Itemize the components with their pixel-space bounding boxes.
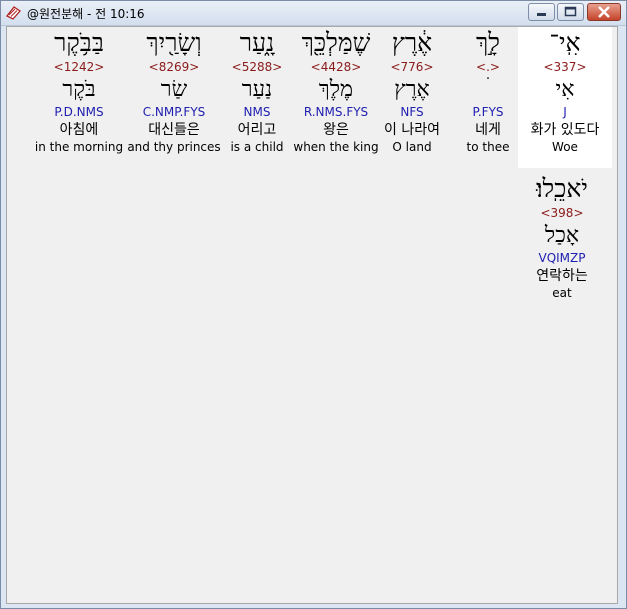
hebrew-root: בֹּקֶר (62, 77, 96, 102)
morphology-code: P.FYS (472, 105, 504, 119)
morphology-code: VQIMZP (538, 251, 586, 265)
korean-gloss: 대신들은 (148, 122, 200, 138)
word-column[interactable]: אִֽי־ <337> אִי J 화가 있도다 Woe (518, 27, 612, 168)
title-bar[interactable]: @원전분해 - 전 10:16 (1, 1, 626, 26)
strong-number: <.> (476, 60, 500, 74)
english-gloss: when the king (293, 140, 379, 154)
close-button[interactable] (587, 3, 621, 21)
english-gloss: to thee (466, 140, 510, 154)
hebrew-root: אָכַל (544, 223, 580, 248)
maximize-button[interactable] (557, 3, 584, 21)
morphology-code: NMS (243, 105, 271, 119)
hebrew-root: שַׂר (160, 77, 188, 102)
hebrew-word: נָ֑עַר (239, 28, 275, 57)
window-title: @원전분해 - 전 10:16 (27, 7, 145, 21)
strong-number: <8269> (148, 60, 200, 74)
hebrew-word: לָ֣ךְ (476, 28, 500, 57)
english-gloss: Woe (552, 140, 578, 154)
korean-gloss: 아침에 (59, 122, 99, 138)
app-book-icon[interactable] (5, 4, 22, 21)
word-column[interactable]: שֶׁמַּלְכֵּ֖ךְ <4428> מֶלֶךְ R.NMS.FYS 왕은 whe… (286, 27, 386, 155)
strong-number: <1242> (53, 60, 105, 74)
korean-gloss: 화가 있도다 (530, 122, 600, 138)
english-gloss: in the morning (34, 140, 124, 154)
strong-number: <5288> (231, 60, 283, 74)
korean-gloss: 네게 (475, 122, 501, 138)
morphology-code: P.D.NMS (54, 105, 104, 119)
morphology-code: C.NMP.FYS (142, 105, 206, 119)
hebrew-root: אִי (555, 77, 575, 102)
close-icon (598, 6, 610, 18)
hebrew-root: מֶלֶךְ (318, 77, 354, 102)
english-gloss: and thy princes (127, 140, 221, 154)
maximize-icon (564, 6, 577, 17)
english-gloss: is a child (230, 140, 284, 154)
word-column[interactable]: בַּבֹּ֥קֶר <1242> בֹּקֶר P.D.NMS 아침에 in the m… (29, 27, 129, 155)
interlinear-panel: אִֽי־ <337> אִי J 화가 있도다 Woe לָ֣ךְ <.>ׄP.FYS 네게 t… (6, 26, 618, 604)
korean-gloss: 어리고 (237, 122, 277, 138)
korean-gloss: 왕은 (323, 122, 349, 138)
hebrew-word: בַּבֹּ֥קֶר (54, 28, 104, 57)
word-column[interactable]: וְשָׂרַ֖יִךְ <8269> שַׂר C.NMP.FYS 대신들은 and t… (124, 27, 224, 155)
hebrew-word: אִֽי־ (549, 28, 581, 57)
minimize-icon (537, 13, 546, 16)
word-column[interactable]: יֹאכֵֽלוּ׃ <398> אָכַל VQIMZP 연락하는 eat (512, 173, 612, 301)
english-gloss: eat (552, 286, 572, 300)
hebrew-root: נַעַר (241, 77, 273, 102)
strong-number: <398> (540, 206, 584, 220)
hebrew-word: וְשָׂרַ֖יִךְ (146, 28, 202, 57)
word-column[interactable]: לָ֣ךְ <.>ׄP.FYS 네게 to thee (453, 27, 523, 155)
hebrew-root: ׄ (453, 76, 523, 104)
hebrew-word: יֹאכֵֽלוּ׃ (536, 174, 588, 203)
hebrew-word: שֶׁמַּלְכֵּ֖ךְ (301, 28, 371, 57)
korean-gloss: 연락하는 (536, 268, 588, 284)
app-window: @원전분해 - 전 10:16 אִֽי־ <337> אִי J 화가 있도다 Woe ל… (0, 0, 627, 609)
word-column[interactable]: נָ֑עַר <5288> נַעַר NMS 어리고 is a child (219, 27, 295, 155)
strong-number: <337> (543, 60, 587, 74)
minimize-button[interactable] (528, 3, 555, 21)
morphology-code: J (563, 105, 567, 119)
strong-number: <4428> (310, 60, 362, 74)
morphology-code: R.NMS.FYS (303, 105, 369, 119)
